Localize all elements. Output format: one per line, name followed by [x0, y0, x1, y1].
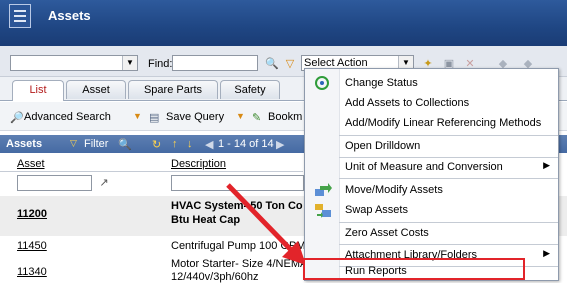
menu-item-label: Open Drilldown — [345, 140, 421, 152]
submenu-arrow-icon: ▶ — [543, 160, 550, 170]
menu-item-unit-of-measure[interactable]: Unit of Measure and Conversion ▶ — [305, 157, 558, 177]
record-select[interactable]: ▼ — [10, 55, 138, 71]
tab-safety[interactable]: Safety — [220, 80, 280, 99]
tab-spare-parts[interactable]: Spare Parts — [128, 80, 218, 99]
tab-asset[interactable]: Asset — [66, 80, 126, 99]
arrow-down-icon[interactable]: ↓ — [187, 138, 193, 150]
menu-item-label: Move/Modify Assets — [345, 184, 443, 196]
binoculars-icon[interactable]: 🔍 — [118, 138, 132, 151]
menu-separator — [339, 178, 558, 179]
menu-item-change-status[interactable]: Change Status — [305, 73, 558, 93]
menu-item-label: Unit of Measure and Conversion — [345, 161, 503, 173]
filter-lookup-icon[interactable]: ↗ — [96, 175, 112, 191]
advanced-search-icon[interactable]: 🔎 — [10, 111, 24, 124]
title-bar — [0, 0, 567, 46]
bookmark-icon: ✎ — [252, 112, 262, 124]
pager-text: 1 - 14 of 14 — [218, 138, 274, 150]
arrow-up-icon[interactable]: ↑ — [172, 138, 178, 150]
menu-item-add-assets-to-collections[interactable]: Add Assets to Collections — [305, 93, 558, 113]
save-query-link[interactable]: Save Query — [166, 111, 224, 123]
change-status-icon — [314, 75, 330, 91]
next-page-icon[interactable]: ▶ — [276, 138, 284, 151]
divider — [0, 171, 303, 172]
run-reports-highlight — [303, 258, 525, 280]
filter-dropdown-icon[interactable]: ▽ — [282, 56, 298, 72]
save-query-icon: ▤ — [149, 112, 160, 124]
filter-icon: ▽ — [70, 138, 77, 148]
submenu-arrow-icon: ▶ — [543, 248, 550, 258]
asset-id-link[interactable]: 11450 — [17, 240, 47, 252]
advanced-search-link[interactable]: Advanced Search — [24, 111, 111, 123]
filter-link[interactable]: Filter — [84, 138, 108, 150]
app-title: Assets — [48, 8, 91, 23]
asset-id-link[interactable]: 11200 — [17, 208, 47, 220]
menu-item-move-modify-assets[interactable]: Move/Modify Assets — [305, 180, 558, 200]
menu-item-open-drilldown[interactable]: Open Drilldown — [305, 136, 558, 156]
chevron-down-icon[interactable]: ▼ — [122, 56, 137, 70]
move-assets-icon — [314, 182, 332, 198]
chevron-down-icon[interactable]: ▼ — [133, 111, 142, 121]
previous-page-icon[interactable]: ◀ — [205, 138, 213, 151]
find-input[interactable] — [172, 55, 258, 71]
menu-item-label: Add Assets to Collections — [345, 97, 470, 109]
find-label: Find: — [148, 58, 173, 70]
binoculars-icon[interactable]: 🔍 — [264, 56, 280, 72]
menu-item-label: Change Status — [345, 77, 418, 89]
grid-title: Assets — [6, 138, 43, 150]
menu-item-label: Add/Modify Linear Referencing Methods — [345, 117, 542, 129]
select-action-menu: Change Status Add Assets to Collections … — [304, 68, 559, 281]
asset-filter-input[interactable] — [17, 175, 92, 191]
assets-app-icon — [9, 4, 31, 28]
asset-id-link[interactable]: 11340 — [17, 266, 47, 278]
column-header-description[interactable]: Description — [171, 158, 226, 170]
menu-item-label: Swap Assets — [345, 204, 408, 216]
swap-assets-icon — [314, 202, 331, 218]
menu-item-swap-assets[interactable]: Swap Assets — [305, 200, 558, 220]
refresh-icon[interactable]: ↻ — [152, 138, 161, 151]
column-header-asset[interactable]: Asset — [17, 158, 45, 170]
menu-item-zero-asset-costs[interactable]: Zero Asset Costs — [305, 223, 558, 243]
menu-item-label: Zero Asset Costs — [345, 227, 429, 239]
bookmarks-link[interactable]: Bookm — [268, 111, 302, 123]
menu-item-linear-referencing[interactable]: Add/Modify Linear Referencing Methods — [305, 113, 558, 133]
tab-list[interactable]: List — [12, 80, 64, 101]
chevron-down-icon[interactable]: ▼ — [236, 111, 245, 121]
